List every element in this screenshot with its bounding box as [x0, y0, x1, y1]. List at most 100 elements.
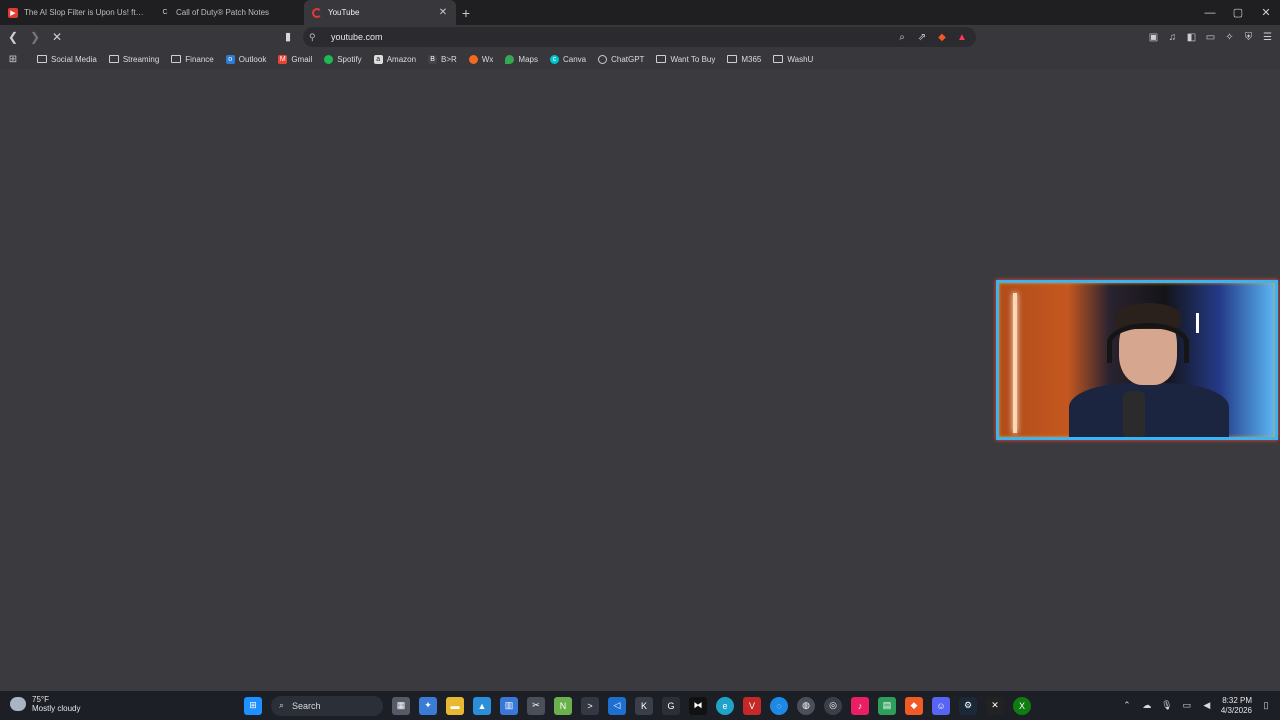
bookmark-canva[interactable]: c Canva — [545, 50, 591, 68]
capcut-alt-icon[interactable]: ✕ — [986, 696, 1004, 715]
app-k-icon[interactable]: K — [635, 696, 653, 715]
sidebar-icon[interactable]: ◧ — [1185, 31, 1198, 44]
notepad-plus-icon[interactable]: N — [554, 696, 572, 715]
bookmark-label: ChatGPT — [611, 54, 645, 64]
volume-icon[interactable]: ◀ — [1201, 700, 1213, 712]
bookmark-maps[interactable]: Maps — [500, 50, 543, 68]
store-icon[interactable]: ▥ — [500, 696, 518, 715]
app-g-icon[interactable]: G — [662, 696, 680, 715]
bookmark-m365[interactable]: M365 — [722, 50, 766, 68]
weather-widget[interactable]: 75°F Mostly cloudy — [10, 695, 80, 713]
new-tab-button[interactable]: + — [456, 3, 476, 23]
clock-time: 8:32 PM — [1222, 695, 1252, 705]
spotify-icon — [324, 54, 334, 64]
close-window-button[interactable]: ✕ — [1252, 0, 1280, 25]
microphone-icon[interactable]: 🎙︎ — [1161, 700, 1173, 712]
bookmark-outlook[interactable]: o Outlook — [221, 50, 272, 68]
app-green-icon[interactable]: ▤ — [878, 696, 896, 715]
chevron-up-icon[interactable]: ⌃ — [1121, 700, 1133, 712]
folder-icon — [37, 55, 47, 63]
bookmark-streaming[interactable]: Streaming — [104, 50, 164, 68]
brave-rewards-icon[interactable]: ▲ — [956, 31, 968, 43]
share-icon[interactable]: ⇗ — [916, 31, 928, 43]
headset-icon — [1107, 323, 1189, 363]
maximize-button[interactable]: ▢ — [1224, 0, 1252, 25]
leo-ai-icon[interactable]: ✧ — [1223, 31, 1236, 44]
task-view-icon[interactable]: ▦ — [392, 696, 410, 715]
bookmark-gmail[interactable]: M Gmail — [273, 50, 317, 68]
microphone — [1123, 391, 1145, 437]
edge-icon[interactable]: e — [716, 696, 734, 715]
photos-icon[interactable]: ▲ — [473, 696, 491, 715]
bookmark-spotify[interactable]: Spotify — [319, 50, 366, 68]
app-ring-icon[interactable]: ◎ — [824, 696, 842, 715]
vpn-icon[interactable]: ⛨ — [1242, 31, 1255, 44]
xbox-icon[interactable]: X — [1013, 696, 1031, 715]
bookmarks-bar: ⊞ Social Media Streaming Finance o Outloo… — [0, 49, 1280, 69]
steam-icon[interactable]: ⚙ — [959, 696, 977, 715]
close-icon[interactable]: ✕ — [438, 7, 448, 18]
bookmark-label: Amazon — [386, 54, 417, 64]
bookmark-finance[interactable]: Finance — [166, 50, 218, 68]
app-blue-ring-icon[interactable]: ◌ — [770, 696, 788, 715]
brave-shields-icon[interactable]: ◆ — [936, 31, 948, 43]
zoom-search-icon[interactable]: ⌕ — [896, 31, 908, 43]
bookmark-label: WashU — [787, 54, 814, 64]
menu-icon[interactable]: ☰ — [1261, 31, 1274, 44]
bookmark-amazon[interactable]: a Amazon — [369, 50, 421, 68]
bookmark-label: Want To Buy — [670, 54, 716, 64]
bookmark-label: Finance — [185, 54, 214, 64]
tab-youtube[interactable]: YouTube ✕ — [304, 0, 456, 25]
brave-icon[interactable]: ◆ — [905, 696, 923, 715]
discord-icon[interactable]: ☺ — [932, 696, 950, 715]
taskbar-apps: ⊞ ⌕ Search ▦ ✦ ▬ ▲ ▥ ✂ N > ◁ K G ⧓ e V ◌… — [244, 694, 1031, 717]
terminal-icon[interactable]: > — [581, 696, 599, 715]
bookmark-wx[interactable]: Wx — [464, 50, 499, 68]
voicemeeter-icon[interactable]: V — [743, 696, 761, 715]
reading-mode-icon[interactable]: ▣ — [1147, 31, 1160, 44]
app-circle-icon[interactable]: ◍ — [797, 696, 815, 715]
folder-icon — [108, 55, 119, 63]
media-icon[interactable]: ♫ — [1166, 31, 1179, 44]
bookmark-social-media[interactable]: Social Media — [32, 50, 102, 68]
clock[interactable]: 8:32 PM 4/3/2026 — [1221, 696, 1252, 716]
bookmark-label: B>R — [441, 54, 457, 64]
tab-ai-slop-video[interactable]: ▶ The AI Slop Filter is Upon Us! ft. @Da — [0, 0, 152, 25]
file-explorer-icon[interactable]: ▬ — [446, 696, 464, 715]
stop-loading-button[interactable]: ✕ — [48, 28, 66, 46]
maps-icon — [505, 54, 515, 64]
cloud-icon — [10, 697, 26, 711]
taskbar-search[interactable]: ⌕ Search — [271, 695, 383, 716]
address-bar[interactable]: ⚲ youtube.com ⌕ ⇗ ◆ ▲ — [303, 27, 976, 47]
copilot-icon[interactable]: ✦ — [419, 696, 437, 715]
weather-desc: Mostly cloudy — [32, 704, 81, 713]
wallet-icon[interactable]: ▭ — [1204, 31, 1217, 44]
snipping-icon[interactable]: ✂ — [527, 696, 545, 715]
onedrive-icon[interactable]: ☁ — [1141, 700, 1153, 712]
bookmark-label: Canva — [562, 54, 587, 64]
forward-button[interactable]: ❯ — [26, 28, 44, 46]
capcut-icon[interactable]: ⧓ — [689, 696, 707, 715]
url-text[interactable]: youtube.com — [331, 32, 383, 42]
windows-start-icon[interactable]: ⊞ — [244, 696, 262, 715]
bookmark-want-to-buy[interactable]: Want To Buy — [651, 50, 720, 68]
tab-cod-patch-notes[interactable]: C Call of Duty® Patch Notes — [152, 0, 304, 25]
bookmark-washu[interactable]: WashU — [768, 50, 818, 68]
network-icon[interactable]: ▭ — [1181, 700, 1193, 712]
browser-toolbar: ❮ ❯ ✕ ▮ ⚲ youtube.com ⌕ ⇗ ◆ ▲ ▣ ♫ ◧ ▭ ✧ … — [0, 25, 1280, 49]
site-info-icon[interactable]: ⚲ — [309, 32, 321, 43]
notification-icon[interactable]: ▯ — [1260, 700, 1272, 712]
bookmark-icon[interactable]: ▮ — [282, 29, 294, 43]
tiktok-icon[interactable]: ♪ — [851, 696, 869, 715]
apps-grid-icon[interactable]: ⊞ — [6, 52, 20, 66]
person-shirt — [1069, 383, 1229, 437]
bookmark-br[interactable]: B B>R — [423, 50, 462, 68]
back-button[interactable]: ❮ — [4, 28, 22, 46]
bookmark-chatgpt[interactable]: ChatGPT — [593, 50, 649, 68]
bookmark-label: Outlook — [238, 54, 267, 64]
webcam-overlay — [996, 280, 1278, 440]
light-strip — [1196, 313, 1199, 333]
vscode-icon[interactable]: ◁ — [608, 696, 626, 715]
bookmark-label: Spotify — [337, 54, 362, 64]
minimize-button[interactable]: — — [1196, 0, 1224, 25]
